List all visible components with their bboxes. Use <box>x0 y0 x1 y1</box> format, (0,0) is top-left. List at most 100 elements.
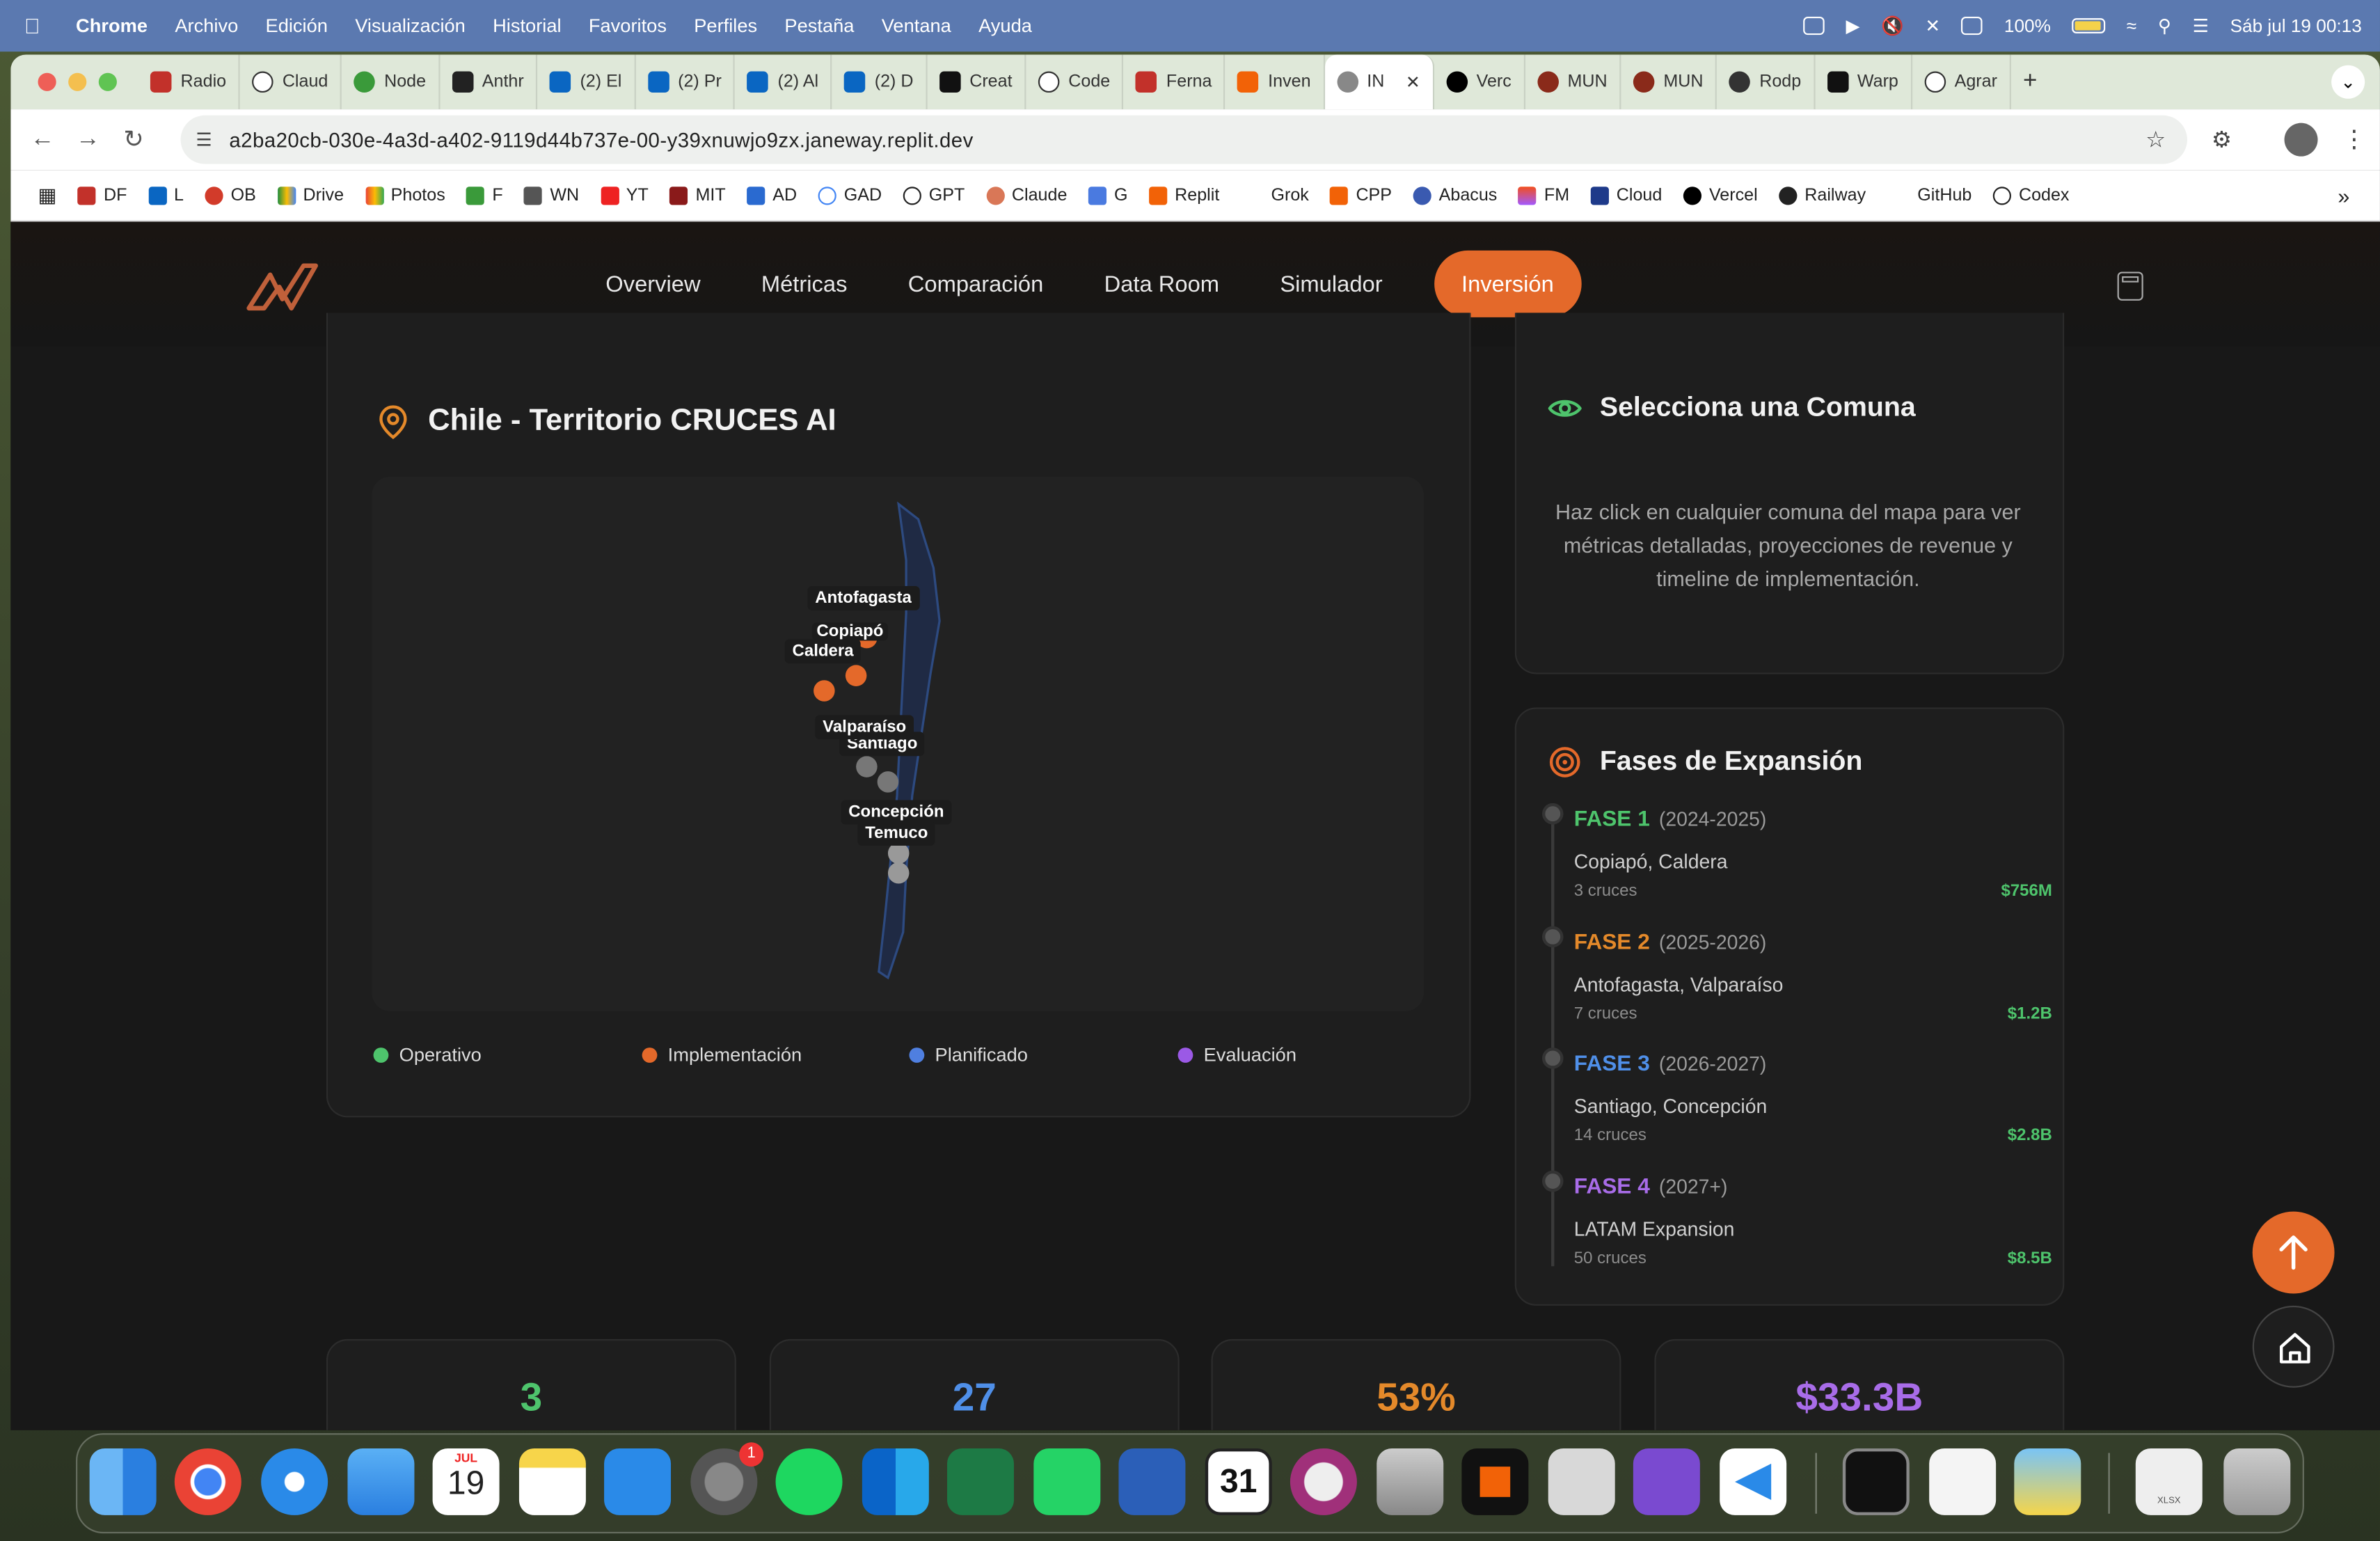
calculator-icon[interactable] <box>2117 271 2143 301</box>
control-center-icon[interactable]: ☰ <box>2193 15 2209 37</box>
menu-historial[interactable]: Historial <box>493 15 561 37</box>
scroll-top-button[interactable] <box>2252 1211 2335 1294</box>
tab[interactable]: (2) Pr <box>635 54 736 110</box>
marker-caldera-a[interactable] <box>845 665 867 686</box>
bookmark[interactable]: WN <box>524 186 579 205</box>
nav-overview[interactable]: Overview <box>576 251 731 317</box>
spotify-icon[interactable] <box>775 1448 843 1515</box>
mail-icon[interactable] <box>347 1448 415 1515</box>
xlsx-file-icon[interactable]: XLSX <box>2135 1448 2203 1515</box>
parallels-icon[interactable] <box>1548 1448 1615 1515</box>
tab[interactable]: MUN <box>1525 54 1621 110</box>
battery-icon[interactable] <box>2072 18 2106 33</box>
chrome-icon[interactable] <box>174 1448 241 1515</box>
tab[interactable]: Agrar <box>1912 54 2011 110</box>
trash-icon[interactable] <box>2223 1448 2291 1515</box>
bookmark[interactable]: Railway <box>1779 186 1866 205</box>
extensions-icon[interactable]: ⚙ <box>2212 126 2232 153</box>
apps-grid-icon[interactable]: ▦ <box>38 183 57 207</box>
nav-data-room[interactable]: Data Room <box>1074 251 1250 317</box>
system-settings-icon[interactable]: 1 <box>690 1442 764 1515</box>
menu-favoritos[interactable]: Favoritos <box>589 15 667 37</box>
bookmark[interactable]: Grok <box>1271 186 1308 204</box>
menu-ayuda[interactable]: Ayuda <box>978 15 1032 37</box>
bookmark[interactable]: Drive <box>277 186 344 205</box>
menu-kebab-icon[interactable]: ⋮ <box>2342 125 2366 155</box>
marker-valparaiso[interactable] <box>856 756 878 777</box>
bookmark[interactable]: Cloud <box>1590 186 1662 205</box>
reload-icon[interactable]: ↻ <box>111 125 156 155</box>
bookmark[interactable]: Vercel <box>1683 186 1758 205</box>
mute-icon[interactable]: 🔇 <box>1881 15 1904 37</box>
nav-simulador[interactable]: Simulador <box>1250 251 1413 317</box>
tab[interactable]: Inven <box>1225 54 1325 110</box>
tab[interactable]: Verc <box>1434 54 1525 110</box>
bookmark[interactable]: FM <box>1518 186 1569 205</box>
bookmark[interactable]: L <box>148 186 184 205</box>
passwords-icon[interactable] <box>2014 1448 2081 1515</box>
bookmark[interactable]: MIT <box>669 186 726 205</box>
tab[interactable]: Creat <box>927 54 1026 110</box>
play-icon[interactable]: ▶ <box>1846 15 1860 37</box>
safari-icon[interactable] <box>261 1448 328 1515</box>
calendar-icon[interactable]: JUL 19 <box>432 1448 500 1515</box>
iphone-mirroring-icon[interactable] <box>1377 1448 1444 1515</box>
menu-visualizacion[interactable]: Visualización <box>355 15 466 37</box>
brand-logo-icon[interactable] <box>246 260 319 311</box>
circle-app-icon[interactable] <box>1290 1448 1357 1515</box>
bookmark[interactable]: F <box>466 186 503 205</box>
bookmark[interactable]: GitHub <box>1917 186 1972 204</box>
menu-ventana[interactable]: Ventana <box>882 15 951 37</box>
bookmark[interactable]: Photos <box>365 186 445 205</box>
site-settings-icon[interactable]: ☰ <box>196 129 212 150</box>
word-icon[interactable] <box>1118 1448 1186 1515</box>
bookmark[interactable]: YT <box>600 186 649 205</box>
outlook-icon[interactable] <box>862 1448 929 1515</box>
marker-temuco[interactable] <box>887 862 910 884</box>
marker-caldera[interactable] <box>814 680 835 702</box>
bookmark[interactable]: GPT <box>903 186 965 205</box>
home-button[interactable] <box>2252 1305 2335 1388</box>
apple-icon[interactable]:  <box>24 14 58 38</box>
bookmark[interactable]: Claude <box>985 186 1067 205</box>
chile-map[interactable]: Antofagasta Copiapó Caldera Santiago Val… <box>372 476 1424 1011</box>
close-tab-icon[interactable]: ✕ <box>1406 72 1420 93</box>
marker-santiago[interactable] <box>877 771 899 793</box>
excel-icon[interactable] <box>947 1448 1014 1515</box>
tab[interactable]: Ferna <box>1124 54 1226 110</box>
notes-icon[interactable] <box>518 1448 586 1515</box>
bookmark-star-icon[interactable]: ☆ <box>2145 126 2166 153</box>
bookmark[interactable]: Codex <box>1992 186 2069 205</box>
menu-perfiles[interactable]: Perfiles <box>694 15 757 37</box>
replit-app-icon[interactable] <box>1461 1448 1529 1515</box>
bookmark[interactable]: Abacus <box>1413 186 1497 205</box>
bookmark[interactable]: G <box>1088 186 1128 205</box>
address-bar[interactable]: ☰ a2ba20cb-030e-4a3d-a402-9119d44b737e-0… <box>180 115 2187 164</box>
textedit-icon[interactable] <box>1929 1448 1997 1515</box>
new-tab-button[interactable]: + <box>2011 55 2049 110</box>
tab-active[interactable]: IN ✕ <box>1324 54 1434 110</box>
bookmark[interactable]: OB <box>205 186 256 205</box>
tab[interactable]: (2) Al <box>735 54 832 110</box>
bookmark[interactable]: CPP <box>1330 186 1392 205</box>
app-status-icon[interactable] <box>1803 16 1825 35</box>
terminal-icon[interactable] <box>1842 1448 1910 1515</box>
menu-app-name[interactable]: Chrome <box>76 15 148 37</box>
wifi-icon[interactable]: ≈ <box>2127 15 2136 37</box>
menu-edicion[interactable]: Edición <box>266 15 328 37</box>
tab[interactable]: Rodp <box>1717 54 1815 110</box>
tab[interactable]: Radio <box>138 54 240 110</box>
close-window-button[interactable] <box>38 72 56 91</box>
spotlight-icon[interactable]: ⚲ <box>2158 15 2171 37</box>
tab[interactable]: Warp <box>1815 54 1912 110</box>
bookmark[interactable]: DF <box>77 186 127 205</box>
tab[interactable]: (2) El <box>537 54 636 110</box>
clock[interactable]: Sáb jul 19 00:13 <box>2230 15 2362 37</box>
tab[interactable]: Claud <box>240 54 342 110</box>
finder-icon[interactable] <box>89 1448 157 1515</box>
fantastical-icon[interactable]: 31 <box>1205 1448 1272 1515</box>
bookmark[interactable]: AD <box>747 186 797 205</box>
tab[interactable]: Anthr <box>440 54 538 110</box>
more-bookmarks-icon[interactable]: » <box>2338 183 2349 207</box>
pen-icon[interactable]: ✕ <box>1925 15 1940 37</box>
